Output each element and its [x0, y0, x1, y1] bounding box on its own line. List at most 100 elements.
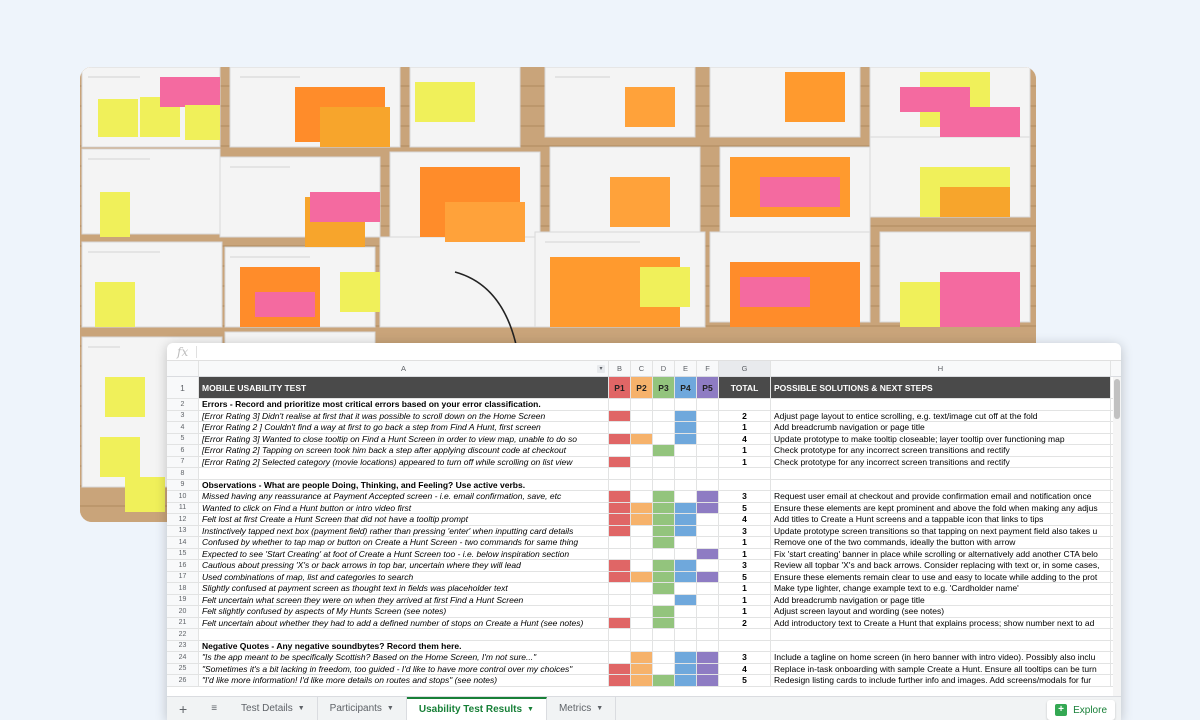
solution-cell[interactable]: Ensure these elements remain clear to us…	[771, 571, 1111, 582]
solution-cell[interactable]: Update prototype to make tooltip closeab…	[771, 433, 1111, 444]
section-heading[interactable]: Negative Quotes - Any negative soundbyte…	[199, 640, 609, 651]
participant-cell-p2[interactable]	[631, 514, 653, 525]
observation-cell[interactable]: "Is the app meant to be specifically Sco…	[199, 652, 609, 663]
participant-cell-p1[interactable]	[609, 640, 631, 651]
participant-cell-p5[interactable]	[697, 675, 719, 686]
participant-cell-p5[interactable]	[697, 410, 719, 421]
participant-cell-p1[interactable]	[609, 456, 631, 467]
total-cell[interactable]: 1	[719, 548, 771, 559]
participant-cell-p5[interactable]	[697, 433, 719, 444]
participant-cell-p2[interactable]	[631, 422, 653, 433]
participant-cell-p1[interactable]	[609, 629, 631, 640]
section-heading[interactable]: Errors - Record and prioritize most crit…	[199, 399, 609, 410]
participant-cell-p3[interactable]	[653, 433, 675, 444]
total-cell[interactable]: 2	[719, 410, 771, 421]
row-number[interactable]: 18	[167, 583, 199, 594]
row-number[interactable]: 25	[167, 663, 199, 674]
row-number[interactable]: 10	[167, 491, 199, 502]
solution-cell[interactable]: Ensure these elements are kept prominent…	[771, 502, 1111, 513]
column-header-g[interactable]: G	[719, 361, 771, 376]
total-cell[interactable]: 4	[719, 514, 771, 525]
total-cell[interactable]: 3	[719, 560, 771, 571]
column-header-c[interactable]: C	[631, 361, 653, 376]
participant-cell-p5[interactable]	[697, 479, 719, 490]
solution-cell[interactable]: Add breadcrumb navigation or page title	[771, 422, 1111, 433]
total-cell[interactable]: 5	[719, 571, 771, 582]
total-cell[interactable]	[719, 629, 771, 640]
participant-cell-p3[interactable]	[653, 479, 675, 490]
participant-cell-p2[interactable]	[631, 663, 653, 674]
solution-cell[interactable]: Redesign listing cards to include furthe…	[771, 675, 1111, 686]
row-number[interactable]: 22	[167, 629, 199, 640]
participant-cell-p4[interactable]	[675, 468, 697, 479]
total-cell[interactable]: 1	[719, 537, 771, 548]
participant-cell-p5[interactable]	[697, 514, 719, 525]
row-number[interactable]: 5	[167, 433, 199, 444]
solution-cell[interactable]	[771, 479, 1111, 490]
total-cell[interactable]: 1	[719, 594, 771, 605]
total-cell[interactable]: 3	[719, 525, 771, 536]
solution-cell[interactable]: Include a tagline on home screen (in her…	[771, 652, 1111, 663]
row-number[interactable]: 16	[167, 560, 199, 571]
participant-cell-p4[interactable]	[675, 445, 697, 456]
solution-cell[interactable]	[771, 640, 1111, 651]
chevron-down-icon[interactable]: ▼	[298, 705, 305, 712]
observation-cell[interactable]: Felt slightly confused by aspects of My …	[199, 606, 609, 617]
sheet-grid[interactable]: A ▾ B C D E F G H 1 MOBILE USABILITY TEST P1 P2 P3 P4…	[167, 361, 1121, 687]
participant-cell-p3[interactable]	[653, 468, 675, 479]
participant-cell-p1[interactable]	[609, 433, 631, 444]
participant-cell-p1[interactable]	[609, 617, 631, 628]
row-number[interactable]: 8	[167, 468, 199, 479]
participant-cell-p1[interactable]	[609, 675, 631, 686]
participant-cell-p2[interactable]	[631, 456, 653, 467]
participant-cell-p2[interactable]	[631, 640, 653, 651]
participant-cell-p5[interactable]	[697, 537, 719, 548]
participant-cell-p2[interactable]	[631, 548, 653, 559]
participant-cell-p1[interactable]	[609, 514, 631, 525]
participant-cell-p4[interactable]	[675, 548, 697, 559]
participant-cell-p4[interactable]	[675, 537, 697, 548]
participant-cell-p2[interactable]	[631, 617, 653, 628]
participant-cell-p2[interactable]	[631, 675, 653, 686]
participant-cell-p3[interactable]	[653, 445, 675, 456]
participant-cell-p1[interactable]	[609, 652, 631, 663]
participant-cell-p5[interactable]	[697, 445, 719, 456]
all-sheets-menu-button[interactable]: ≡	[199, 697, 229, 720]
solution-cell[interactable]: Add introductory text to Create a Hunt t…	[771, 617, 1111, 628]
participant-cell-p2[interactable]	[631, 468, 653, 479]
observation-cell[interactable]: "I'd like more information! I'd like mor…	[199, 675, 609, 686]
total-cell[interactable]	[719, 468, 771, 479]
row-number[interactable]: 20	[167, 606, 199, 617]
total-cell[interactable]: 3	[719, 652, 771, 663]
participant-cell-p1[interactable]	[609, 399, 631, 410]
participant-cell-p5[interactable]	[697, 456, 719, 467]
total-cell[interactable]: 5	[719, 675, 771, 686]
row-number[interactable]: 4	[167, 422, 199, 433]
column-header-f[interactable]: F	[697, 361, 719, 376]
tab-usability-test-results[interactable]: Usability Test Results ▼	[406, 696, 547, 720]
participant-cell-p5[interactable]	[697, 652, 719, 663]
solution-cell[interactable]: Remove one of the two commands, ideally …	[771, 537, 1111, 548]
observation-cell[interactable]: Slightly confused at payment screen as t…	[199, 583, 609, 594]
total-cell[interactable]: 1	[719, 445, 771, 456]
participant-cell-p2[interactable]	[631, 525, 653, 536]
participant-cell-p5[interactable]	[697, 617, 719, 628]
participant-cell-p1[interactable]	[609, 422, 631, 433]
participant-cell-p3[interactable]	[653, 456, 675, 467]
participant-cell-p1[interactable]	[609, 445, 631, 456]
row-number[interactable]: 12	[167, 514, 199, 525]
observation-cell[interactable]: [Error Rating 2] Tapping on screen took …	[199, 445, 609, 456]
row-number[interactable]: 26	[167, 675, 199, 686]
solution-cell[interactable]: Request user email at checkout and provi…	[771, 491, 1111, 502]
participant-cell-p1[interactable]	[609, 571, 631, 582]
participant-cell-p4[interactable]	[675, 675, 697, 686]
observation-cell[interactable]: Felt lost at first Create a Hunt Screen …	[199, 514, 609, 525]
participant-cell-p2[interactable]	[631, 433, 653, 444]
observation-cell[interactable]: [Error Rating 2] Selected category (movi…	[199, 456, 609, 467]
observation-cell[interactable]: Wanted to click on Find a Hunt button or…	[199, 502, 609, 513]
participant-cell-p1[interactable]	[609, 583, 631, 594]
solution-cell[interactable]: Update prototype screen transitions so t…	[771, 525, 1111, 536]
participant-cell-p4[interactable]	[675, 456, 697, 467]
row-number[interactable]: 24	[167, 652, 199, 663]
participant-cell-p3[interactable]	[653, 583, 675, 594]
